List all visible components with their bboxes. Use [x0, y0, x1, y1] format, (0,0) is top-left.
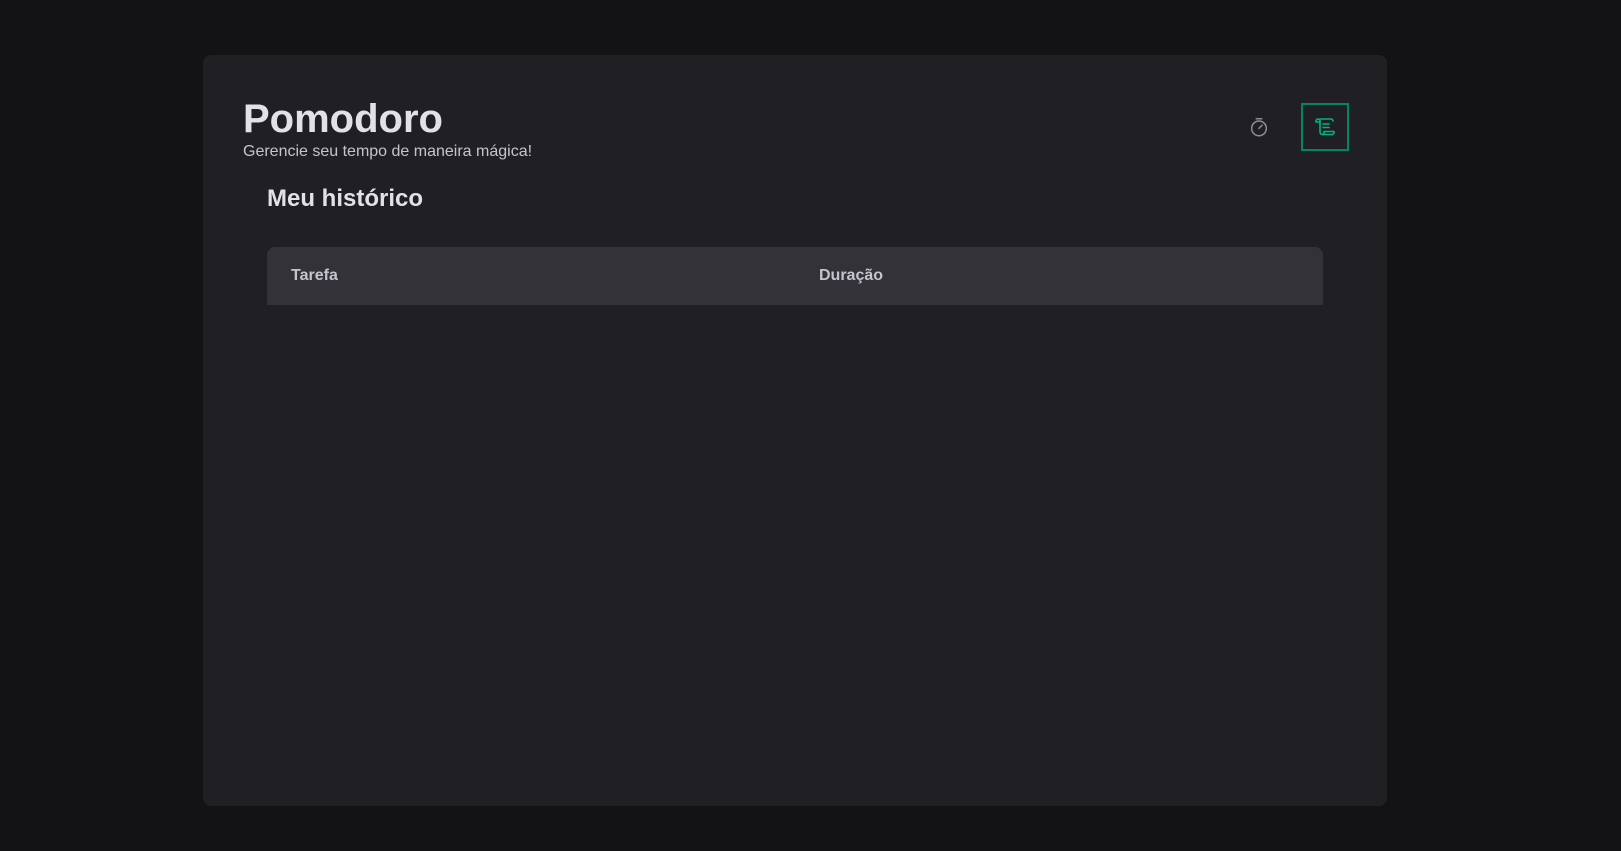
history-section: Meu histórico Tarefa Duração	[267, 183, 1323, 305]
history-table-head: Tarefa Duração	[267, 247, 1323, 305]
table-header-row: Tarefa Duração	[267, 247, 1323, 305]
column-header-task: Tarefa	[267, 247, 795, 305]
app-title: Pomodoro	[243, 97, 443, 141]
history-table-container: Tarefa Duração	[267, 247, 1323, 305]
timer-icon	[1248, 116, 1270, 138]
app-card: Pomodoro Gerencie seu tempo de maneira m…	[203, 55, 1387, 806]
app-subtitle: Gerencie seu tempo de maneira mágica!	[243, 143, 533, 160]
history-nav-button[interactable]	[1301, 103, 1349, 151]
nav	[1235, 103, 1349, 151]
history-table: Tarefa Duração	[267, 247, 1323, 305]
scroll-icon	[1313, 115, 1337, 139]
history-title: Meu histórico	[267, 185, 424, 212]
timer-nav-button[interactable]	[1235, 103, 1283, 151]
column-header-duration: Duração	[795, 247, 1323, 305]
header: Pomodoro Gerencie seu tempo de maneira m…	[243, 95, 1349, 165]
